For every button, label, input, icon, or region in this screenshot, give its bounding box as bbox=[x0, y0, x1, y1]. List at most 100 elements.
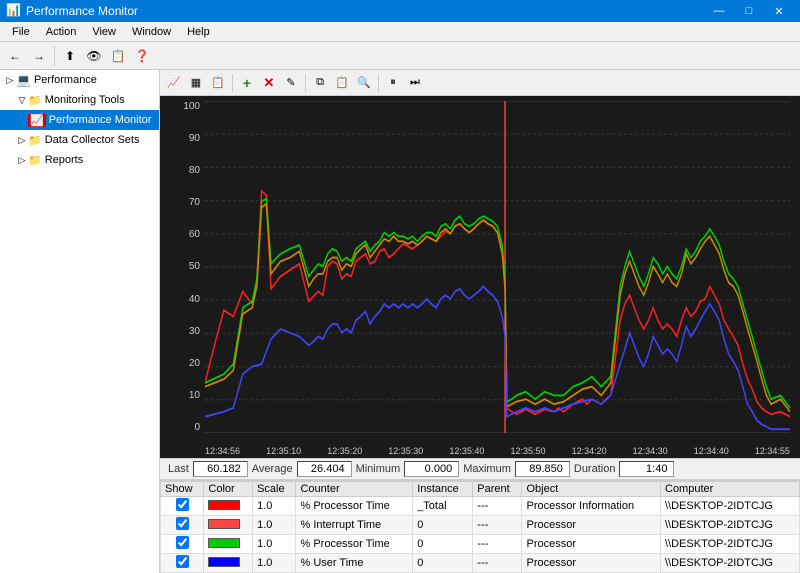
stats-bar: Last 60.182 Average 26.404 Minimum 0.000… bbox=[160, 458, 800, 480]
close-button[interactable]: ✕ bbox=[764, 0, 794, 22]
x-label-9: 12:34:55 bbox=[755, 446, 790, 456]
th-counter: Counter bbox=[296, 482, 413, 497]
table-row: 1.0 % Processor Time _Total --- Processo… bbox=[161, 497, 800, 516]
min-value: 0.000 bbox=[404, 461, 459, 477]
y-label-60: 60 bbox=[165, 229, 203, 240]
color-swatch bbox=[208, 500, 240, 510]
row-parent: --- bbox=[473, 554, 522, 573]
main-area: ▷ 💻 Performance ▽ 📁 Monitoring Tools 📈 P… bbox=[0, 70, 800, 573]
view-line-btn[interactable]: 📈 bbox=[164, 73, 184, 93]
sidebar-item-performance-monitor[interactable]: 📈 Performance Monitor bbox=[0, 110, 159, 130]
row-show[interactable] bbox=[161, 535, 204, 554]
toolbar-forward[interactable]: → bbox=[28, 45, 50, 67]
row-scale: 1.0 bbox=[253, 554, 296, 573]
avg-label: Average bbox=[248, 463, 297, 475]
view-histo-btn[interactable]: ▦ bbox=[186, 73, 206, 93]
expand-icon: ▷ bbox=[4, 74, 16, 86]
chart-area: 100 90 80 70 60 50 40 30 20 10 0 bbox=[160, 96, 800, 458]
row-color bbox=[204, 516, 253, 535]
performance-icon: 💻 bbox=[16, 73, 31, 87]
copy-image-btn[interactable]: ⧉ bbox=[310, 73, 330, 93]
menu-file[interactable]: File bbox=[4, 24, 38, 40]
x-label-7: 12:34:30 bbox=[633, 446, 668, 456]
y-label-30: 30 bbox=[165, 326, 203, 337]
last-label: Last bbox=[164, 463, 193, 475]
duration-value: 1:40 bbox=[619, 461, 674, 477]
row-instance: 0 bbox=[413, 516, 473, 535]
next-btn[interactable]: ⏭ bbox=[405, 73, 425, 93]
color-swatch bbox=[208, 557, 240, 567]
row-parent: --- bbox=[473, 497, 522, 516]
toolbar-back[interactable]: ← bbox=[4, 45, 26, 67]
row-counter: % Processor Time bbox=[296, 535, 413, 554]
add-counter-btn[interactable]: + bbox=[237, 73, 257, 93]
th-scale: Scale bbox=[253, 482, 296, 497]
row-computer: \\DESKTOP-2IDTCJG bbox=[661, 497, 800, 516]
toolbar-sep1 bbox=[232, 74, 233, 92]
menu-action[interactable]: Action bbox=[38, 24, 85, 40]
expand-icon-reports: ▷ bbox=[16, 154, 28, 166]
x-axis-labels: 12:34:56 12:35:10 12:35:20 12:35:30 12:3… bbox=[205, 446, 790, 456]
toolbar-help[interactable]: ❓ bbox=[131, 45, 153, 67]
sidebar-item-reports[interactable]: ▷ 📁 Reports bbox=[0, 150, 159, 170]
color-swatch bbox=[208, 519, 240, 529]
y-label-40: 40 bbox=[165, 294, 203, 305]
sidebar-item-data-collector[interactable]: ▷ 📁 Data Collector Sets bbox=[0, 130, 159, 150]
monitor-toolbar: 📈 ▦ 📋 + ✕ ✎ ⧉ 📋 🔍 ⏸ ⏭ bbox=[160, 70, 800, 96]
folder-icon-reports: 📁 bbox=[28, 154, 42, 167]
menu-window[interactable]: Window bbox=[124, 24, 179, 40]
y-label-70: 70 bbox=[165, 197, 203, 208]
x-label-4: 12:35:40 bbox=[449, 446, 484, 456]
pause-btn[interactable]: ⏸ bbox=[383, 73, 403, 93]
remove-counter-btn[interactable]: ✕ bbox=[259, 73, 279, 93]
menu-help[interactable]: Help bbox=[179, 24, 218, 40]
x-label-5: 12:35:50 bbox=[510, 446, 545, 456]
y-label-50: 50 bbox=[165, 261, 203, 272]
row-color bbox=[204, 497, 253, 516]
counter-data-table: Show Color Scale Counter Instance Parent… bbox=[160, 481, 800, 573]
row-parent: --- bbox=[473, 535, 522, 554]
row-instance: _Total bbox=[413, 497, 473, 516]
row-counter: % User Time bbox=[296, 554, 413, 573]
row-object: Processor bbox=[522, 554, 661, 573]
row-show[interactable] bbox=[161, 497, 204, 516]
th-parent: Parent bbox=[473, 482, 522, 497]
sidebar-root-performance[interactable]: ▷ 💻 Performance bbox=[0, 70, 159, 90]
y-label-80: 80 bbox=[165, 165, 203, 176]
table-row: 1.0 % Interrupt Time 0 --- Processor \\D… bbox=[161, 516, 800, 535]
minimize-button[interactable]: — bbox=[704, 0, 734, 22]
row-show[interactable] bbox=[161, 554, 204, 573]
expand-icon-monitoring: ▽ bbox=[16, 94, 28, 106]
maximize-button[interactable]: □ bbox=[734, 0, 764, 22]
toolbar-properties[interactable]: 📋 bbox=[107, 45, 129, 67]
view-report-btn[interactable]: 📋 bbox=[208, 73, 228, 93]
row-scale: 1.0 bbox=[253, 535, 296, 554]
show-checkbox[interactable] bbox=[176, 498, 189, 511]
content-area: 📈 ▦ 📋 + ✕ ✎ ⧉ 📋 🔍 ⏸ ⏭ 100 90 80 70 60 bbox=[160, 70, 800, 573]
show-checkbox[interactable] bbox=[176, 536, 189, 549]
sidebar-item-monitoring-tools[interactable]: ▽ 📁 Monitoring Tools bbox=[0, 90, 159, 110]
counter-table: Show Color Scale Counter Instance Parent… bbox=[160, 480, 800, 573]
edit-counter-btn[interactable]: ✎ bbox=[281, 73, 301, 93]
row-show[interactable] bbox=[161, 516, 204, 535]
toolbar-show-hide[interactable]: 👁 bbox=[83, 45, 105, 67]
th-color: Color bbox=[204, 482, 253, 497]
th-instance: Instance bbox=[413, 482, 473, 497]
y-label-0: 0 bbox=[165, 422, 203, 433]
y-label-20: 20 bbox=[165, 358, 203, 369]
th-computer: Computer bbox=[661, 482, 800, 497]
y-label-10: 10 bbox=[165, 390, 203, 401]
find-btn[interactable]: 🔍 bbox=[354, 73, 374, 93]
sidebar-root-label: Performance bbox=[34, 74, 97, 86]
menu-view[interactable]: View bbox=[84, 24, 124, 40]
y-label-100: 100 bbox=[165, 101, 203, 112]
show-checkbox[interactable] bbox=[176, 555, 189, 568]
show-checkbox[interactable] bbox=[176, 517, 189, 530]
row-counter: % Interrupt Time bbox=[296, 516, 413, 535]
x-label-1: 12:35:10 bbox=[266, 446, 301, 456]
chart-svg-container bbox=[205, 101, 790, 433]
row-object: Processor Information bbox=[522, 497, 661, 516]
paste-btn[interactable]: 📋 bbox=[332, 73, 352, 93]
row-instance: 0 bbox=[413, 554, 473, 573]
toolbar-up[interactable]: ⬆ bbox=[59, 45, 81, 67]
